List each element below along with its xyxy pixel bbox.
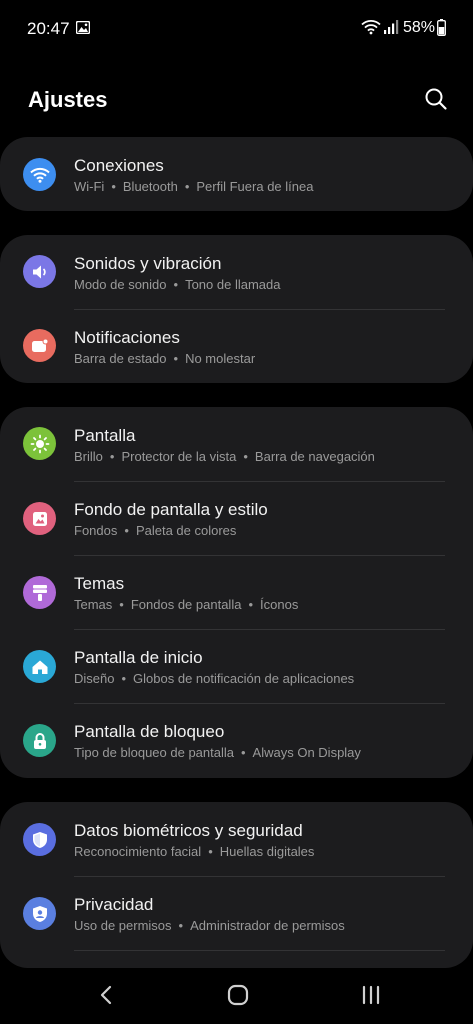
item-title: Pantalla de bloqueo xyxy=(74,722,225,741)
page-title: Ajustes xyxy=(28,87,108,112)
wifi-status-icon xyxy=(361,20,381,35)
settings-card-security: Datos biométricos y seguridad Reconocimi… xyxy=(0,802,473,968)
settings-card-sound-notifications: Sonidos y vibración Modo de sonido • Tono … xyxy=(0,235,473,383)
settings-item-pantalla[interactable]: Pantalla Brillo • Protector de la vista • Ba… xyxy=(0,407,473,481)
home-screen-icon xyxy=(23,650,56,683)
item-title: Sonidos y vibración xyxy=(74,254,222,273)
speaker-icon xyxy=(23,255,56,288)
search-icon[interactable] xyxy=(423,86,449,112)
item-title: Pantalla xyxy=(74,426,136,445)
themes-icon xyxy=(23,576,56,609)
privacy-icon xyxy=(23,897,56,930)
item-title: Notificaciones xyxy=(74,328,180,347)
image-notification-icon xyxy=(76,21,90,34)
settings-item-sonidos[interactable]: Sonidos y vibración Modo de sonido • Tono … xyxy=(0,235,473,309)
recent-apps-icon[interactable] xyxy=(360,984,382,1006)
settings-item-privacidad[interactable]: Privacidad Uso de permisos • Administrador… xyxy=(0,876,473,950)
settings-item-notificaciones[interactable]: Notificaciones Barra de estado • No molest… xyxy=(0,309,473,383)
back-icon[interactable] xyxy=(96,983,116,1007)
page-header: Ajustes xyxy=(0,82,473,118)
item-subtitle: Modo de sonido • Tono de llamada xyxy=(74,277,281,292)
item-subtitle: Temas • Fondos de pantalla • Íconos xyxy=(74,597,299,612)
navigation-bar xyxy=(0,968,473,1024)
shield-icon xyxy=(23,823,56,856)
settings-card-display: Pantalla Brillo • Protector de la vista • Ba… xyxy=(0,407,473,778)
item-subtitle: Reconocimiento facial • Huellas digitales xyxy=(74,844,315,859)
settings-item-inicio[interactable]: Pantalla de inicio Diseño • Globos de noti… xyxy=(0,629,473,703)
lock-icon xyxy=(23,724,56,757)
settings-card-connections: Conexiones Wi-Fi • Bluetooth • Perfil Fuera … xyxy=(0,137,473,211)
item-subtitle: Fondos • Paleta de colores xyxy=(74,523,237,538)
battery-percentage: 58% xyxy=(403,19,436,36)
item-title: Privacidad xyxy=(74,895,154,914)
notification-icon xyxy=(23,329,56,362)
wifi-icon xyxy=(23,158,56,191)
item-title: Fondo de pantalla y estilo xyxy=(74,500,268,519)
status-bar: 20:47 58% xyxy=(0,0,473,56)
wallpaper-icon xyxy=(23,502,56,535)
home-icon[interactable] xyxy=(226,983,250,1007)
item-title: Datos biométricos y seguridad xyxy=(74,821,303,840)
item-subtitle: Barra de estado • No molestar xyxy=(74,351,256,366)
item-title: Pantalla de inicio xyxy=(74,648,203,667)
item-title: Temas xyxy=(74,574,125,593)
status-time: 20:47 xyxy=(27,19,70,38)
item-subtitle: Uso de permisos • Administrador de permiso… xyxy=(74,918,345,933)
brightness-icon xyxy=(23,427,56,460)
settings-item-biometricos[interactable]: Datos biométricos y seguridad Reconocimi… xyxy=(0,802,473,876)
item-subtitle: Brillo • Protector de la vista • Barra de na… xyxy=(74,449,375,464)
settings-item-conexiones[interactable]: Conexiones Wi-Fi • Bluetooth • Perfil Fuera … xyxy=(0,137,473,211)
item-subtitle: Tipo de bloqueo de pantalla • Always On Di… xyxy=(74,745,361,760)
settings-item-fondo[interactable]: Fondo de pantalla y estilo Fondos • Paleta… xyxy=(0,481,473,555)
battery-icon xyxy=(437,19,446,36)
item-title: Conexiones xyxy=(74,156,164,175)
settings-item-temas[interactable]: Temas Temas • Fondos de pantalla • Íconos xyxy=(0,555,473,629)
signal-icon xyxy=(384,20,399,34)
divider xyxy=(74,950,445,951)
item-subtitle: Wi-Fi • Bluetooth • Perfil Fuera de línea xyxy=(74,179,314,194)
settings-item-bloqueo[interactable]: Pantalla de bloqueo Tipo de bloqueo de p… xyxy=(0,703,473,777)
item-subtitle: Diseño • Globos de notificación de aplicac… xyxy=(74,671,355,686)
